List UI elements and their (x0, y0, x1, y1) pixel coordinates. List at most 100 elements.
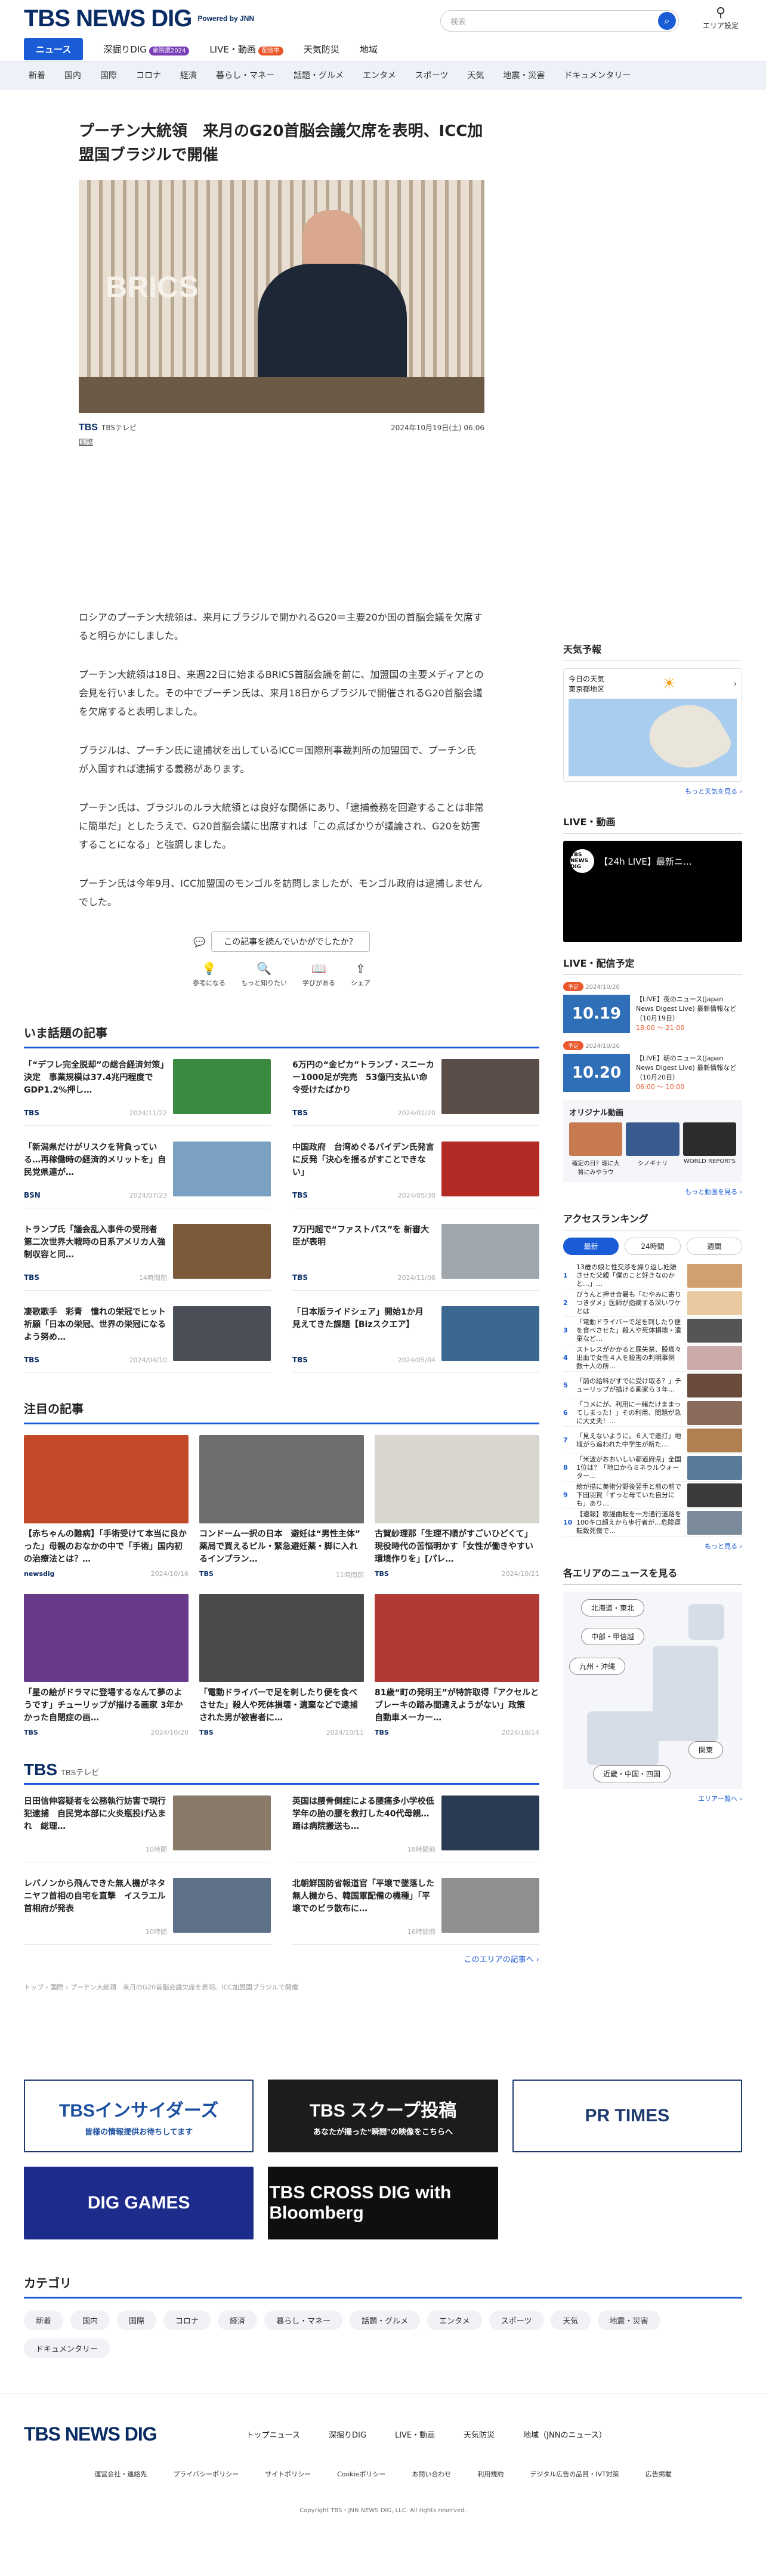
breadcrumb[interactable]: トップ › 国際 › プーチン大統領 来月のG20首脳会議欠席を表明、ICC加盟… (24, 1982, 539, 1992)
area-pill[interactable]: 北海道・東北 (581, 1599, 645, 1616)
featured-card[interactable]: 【赤ちゃんの難病】「手術受けて本当に良かった」母親のおなかの中で「手術」国内初の… (24, 1435, 189, 1579)
trending-card[interactable]: 「“デフレ完全脱却”の総合経済対策」決定 事業規模は37.4兆円程度でGDP1.… (24, 1059, 271, 1126)
footer-sublink[interactable]: プライバシーポリシー (173, 2469, 239, 2479)
featured-card[interactable]: 「星の絵がドラマに登場するなんて夢のようです」チューリップが描ける画家 3年かか… (24, 1594, 189, 1736)
category-chip[interactable]: ドキュメンタリー (24, 2339, 110, 2358)
area-more-link[interactable]: エリア一覧へ › (563, 1794, 742, 1803)
footer-sublink[interactable]: デジタル広告の品質・IVT対策 (530, 2469, 619, 2479)
footer-sublink[interactable]: Cookieポリシー (337, 2469, 385, 2479)
ranking-item[interactable]: 5 「前の給料がすでに受け取る？」チューリップが描ける画家ら３年… (563, 1372, 742, 1399)
footer-logo[interactable]: TBS NEWS DIG (24, 2423, 157, 2445)
article-category-link[interactable]: 国際 (79, 437, 484, 447)
area-setting-button[interactable]: ⚲ エリア設定 (703, 6, 739, 30)
promo-banner[interactable]: TBS CROSS DIG with Bloomberg (268, 2167, 498, 2239)
subnav-item[interactable]: スポーツ (415, 69, 449, 81)
footer-sublink[interactable]: お問い合わせ (412, 2469, 451, 2479)
category-chip[interactable]: 暮らし・マネー (264, 2310, 343, 2330)
trending-card[interactable]: 6万円の“金ピカ”トランプ・スニーカー1000足が完売 53億円支払い命令受けた… (292, 1059, 539, 1126)
weather-more-link[interactable]: もっと天気を見る › (563, 786, 742, 796)
nav-item[interactable]: ニュース (24, 38, 84, 60)
reaction-button[interactable]: 🔍 もっと知りたい (241, 961, 287, 988)
nav-item[interactable]: 天気防災 (304, 43, 339, 55)
ranking-item[interactable]: 9 絵が描に美術分野後翌手と前の前で下田羽賀「ずっと母ていた自分にも」あり… (563, 1482, 742, 1509)
tbs-card[interactable]: 北朝鮮国防省報道官「平壌で墜落した無人機から、韓国軍配備の機種」「平壌でのビラ散… (292, 1878, 539, 1945)
schedule-item[interactable]: 予定 2024/10/20 10.20 【LIVE】朝のニュース(Japan New… (563, 1041, 742, 1092)
footer-sublink[interactable]: 広告掲載 (645, 2469, 672, 2479)
reaction-button[interactable]: 💡 参考になる (193, 961, 226, 988)
ranking-item[interactable]: 4 ストレスがかかると尿失禁、股痛々出血で女性４人を殺害の判明事例 数十人の所… (563, 1344, 742, 1372)
trending-card[interactable]: 「日本版ライドシェア」開始1か月 見えてきた課題【Bizスクエア】 TBS 2024… (292, 1306, 539, 1373)
footer-link[interactable]: LIVE・動画 (395, 2429, 435, 2440)
category-chip[interactable]: 地震・災害 (597, 2310, 660, 2330)
footer-link[interactable]: 地域（JNNのニュース） (523, 2429, 607, 2440)
source-logo[interactable]: TBS (79, 422, 98, 433)
subnav-item[interactable]: 経済 (180, 69, 197, 81)
search-input[interactable]: 検索 ⌕ (440, 10, 679, 32)
ranking-item[interactable]: 8 「米波がおおいしい都道府県」全国1位は？「地口からミネラルウォーター… (563, 1454, 742, 1482)
category-chip[interactable]: 新着 (24, 2310, 64, 2330)
trending-card[interactable]: 7万円超で“ファストパス”を 新審大臣が表明 TBS 2024/11/06 (292, 1224, 539, 1291)
trending-card[interactable]: 「新潟県だけがリスクを背負っている…再稼働時の経済的メリットを」自民党県連が… B… (24, 1142, 271, 1208)
search-icon[interactable]: ⌕ (658, 12, 676, 30)
trending-card[interactable]: トランプ氏「議会乱入事件の受刑者 第二次世界大戦時の日系アメリカ人強制収容と同…… (24, 1224, 271, 1291)
subnav-item[interactable]: 地震・災害 (503, 69, 545, 81)
nav-item[interactable]: LIVE・動画 配信中 (209, 43, 283, 55)
promo-banner[interactable]: DIG GAMES (24, 2167, 254, 2239)
category-chip[interactable]: 話題・グルメ (350, 2310, 421, 2330)
original-video-item[interactable]: シノギナリ (626, 1122, 679, 1176)
subnav-item[interactable]: 暮らし・マネー (216, 69, 274, 81)
ranking-tab[interactable]: 最新 (563, 1238, 619, 1255)
trending-card[interactable]: 凄歌歌手 彩青 憧れの栄冠でヒット祈願「日本の栄冠、世界の栄冠になるよう努め… T… (24, 1306, 271, 1373)
category-chip[interactable]: 国際 (117, 2310, 157, 2330)
trending-card[interactable]: 中国政府 台湾めぐるバイデン氏発言に反発「決心を揺るがすことできない」 TBS 20… (292, 1142, 539, 1208)
area-pill[interactable]: 中部・甲信越 (581, 1628, 645, 1645)
ranking-item[interactable]: 1 13歳の娘と性交渉を繰り返し妊娠させた父親「僕のこと好きなのかと…」… (563, 1262, 742, 1289)
category-chip[interactable]: 経済 (218, 2310, 258, 2330)
featured-card[interactable]: 81歳“町の発明王”が特許取得「アクセルとブレーキの踏み間違えようがない」政策 … (375, 1594, 539, 1736)
reaction-button[interactable]: ⇪ シェア (351, 961, 370, 988)
video-more-link[interactable]: もっと動画を見る › (563, 1187, 742, 1196)
category-chip[interactable]: 国内 (70, 2310, 110, 2330)
area-pill[interactable]: 九州・沖縄 (569, 1658, 626, 1675)
featured-card[interactable]: 「電動ドライバーで足を刺したり便を食べさせた」殺人や死体損壊・遺棄などで逮捕され… (199, 1594, 364, 1736)
subnav-item[interactable]: 国内 (64, 69, 81, 81)
subnav-item[interactable]: 話題・グルメ (294, 69, 344, 81)
original-video-item[interactable]: WORLD REPORTS (682, 1122, 736, 1176)
category-chip[interactable]: コロナ (163, 2310, 211, 2330)
ranking-tab[interactable]: 週間 (686, 1238, 742, 1255)
subnav-item[interactable]: エンタメ (363, 69, 396, 81)
category-chip[interactable]: 天気 (551, 2310, 591, 2330)
ranking-item[interactable]: 3 「電動ドライバーで足を刺したり便を食べさせた」殺人や死体損壊・遺棄など… (563, 1317, 742, 1344)
promo-banner[interactable]: TBS スクープ投稿 あなたが撮った“瞬間”の映像をこちらへ (268, 2080, 498, 2152)
ranking-item[interactable]: 10 【速報】歌謡曲転を一方通行道路を100キロ超えから歩行者が…危険運転致死傷で… (563, 1509, 742, 1537)
footer-link[interactable]: 天気防災 (464, 2429, 495, 2440)
tbs-card[interactable]: レバノンから飛んできた無人機がネタニヤフ首相の自宅を直撃 イスラエル首相府が発表… (24, 1878, 271, 1945)
schedule-item[interactable]: 予定 2024/10/20 10.19 【LIVE】夜のニュース(Japan New… (563, 982, 742, 1033)
tbs-more-link[interactable]: このエリアの記事へ › (24, 1953, 539, 1964)
ranking-item[interactable]: 2 びうんと押せ合暑も「むやみに寄りつきダメ」医師が指摘する深いワケとは (563, 1289, 742, 1317)
feedback-button[interactable]: この記事を読んでいかがでしたか？ (211, 931, 370, 952)
category-chip[interactable]: エンタメ (427, 2310, 482, 2330)
subnav-item[interactable]: 新着 (29, 69, 45, 81)
ranking-item[interactable]: 6 「コメにが、利用に一緒だけままってしまった！」その利用、問題が急に大丈夫！… (563, 1399, 742, 1427)
footer-link[interactable]: トップニュース (246, 2429, 300, 2440)
area-pill[interactable]: 関東 (688, 1741, 724, 1759)
featured-card[interactable]: 古賀紗理那「生理不順がすごいひどくて」現役時代の苦悩明かす「女性が働きやすい環境… (375, 1435, 539, 1579)
promo-banner[interactable]: TBSインサイダーズ 皆様の情報提供お待ちしてます (24, 2080, 254, 2152)
footer-sublink[interactable]: 運営会社・連絡先 (94, 2469, 147, 2479)
promo-banner[interactable]: PR TIMES (512, 2080, 742, 2152)
category-chip[interactable]: スポーツ (489, 2310, 544, 2330)
subnav-item[interactable]: ドキュメンタリー (564, 69, 631, 81)
footer-sublink[interactable]: 利用規約 (477, 2469, 504, 2479)
source-name[interactable]: TBSテレビ (101, 424, 137, 432)
reaction-button[interactable]: 📖 学びがある (302, 961, 335, 988)
site-logo[interactable]: TBS NEWS DIG Powered by JNN (24, 5, 254, 32)
footer-link[interactable]: 深掘りDIG (329, 2429, 366, 2440)
original-video-item[interactable]: 確定の日？理に大将にみやラウ (569, 1122, 623, 1176)
footer-sublink[interactable]: サイトポリシー (265, 2469, 311, 2479)
tbs-card[interactable]: 英国は腰骨側症による腰痛多小学校低学年の胎の腰を救打した40代母親…踊は病院搬送… (292, 1796, 539, 1862)
live-video-player[interactable]: TBS NEWS DIG 【24h LIVE】最新ニ… (563, 841, 742, 942)
subnav-item[interactable]: 天気 (467, 69, 484, 81)
subnav-item[interactable]: コロナ (136, 69, 161, 81)
ranking-tab[interactable]: 24時間 (625, 1238, 681, 1255)
